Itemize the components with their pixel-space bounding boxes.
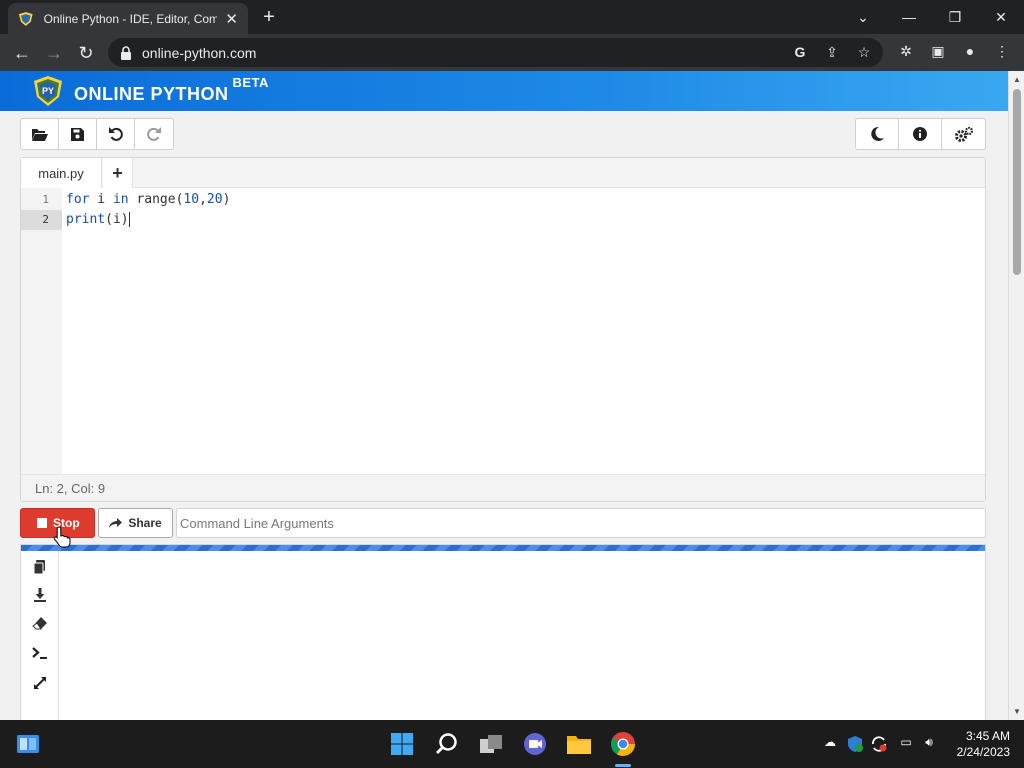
widgets-icon[interactable] [14,730,42,758]
system-clock[interactable]: 3:45 AM 2/24/2023 [957,728,1010,760]
logo-text: PY [42,86,54,96]
extensions-icon[interactable]: ✲ [896,43,916,60]
line-number: 1 [42,193,49,206]
expand-icon[interactable] [32,675,48,691]
tab-search-icon[interactable]: ⌄ [840,4,886,30]
logo-icon[interactable]: PY [32,75,64,107]
cursor-position-status: Ln: 2, Col: 9 [21,474,985,501]
share-label: Share [128,516,162,530]
scroll-down-icon[interactable]: ▼ [1013,707,1021,716]
scrollbar-thumb[interactable] [1013,89,1021,275]
brand-name: ONLINE PYTHON [74,84,229,104]
file-explorer-icon[interactable] [565,730,593,758]
page-scrollbar[interactable]: ▲ ▼ [1008,71,1024,720]
network-icon[interactable]: ▭ [897,735,915,753]
url-text: online-python.com [142,44,257,61]
share-button[interactable]: Share [98,508,173,538]
share-arrow-icon [109,517,123,528]
save-button[interactable] [59,119,97,149]
menu-icon[interactable]: ⋮ [992,43,1012,60]
windows-taskbar: ☁ ▭ 🔊︎ 3:45 AM 2/24/2023 [0,720,1024,768]
eraser-icon[interactable] [32,615,48,631]
profile-icon[interactable]: ● [960,43,980,59]
open-folder-button[interactable] [21,119,59,149]
settings-button[interactable] [942,119,985,149]
clock-time: 3:45 AM [965,729,1010,743]
line-number-gutter: 1 2 [21,188,62,474]
terminal-icon[interactable] [32,645,48,661]
file-toolbar [20,118,174,150]
browser-titlebar: Online Python - IDE, Editor, Compiler ✕ … [0,0,1024,34]
file-tab-main[interactable]: main.py [21,158,102,188]
chrome-icon[interactable] [609,730,637,758]
new-tab-button[interactable]: + [258,6,280,29]
code-editor: main.py + 1 2 for i in range(10,20) prin… [20,157,986,502]
scroll-up-icon[interactable]: ▲ [1013,75,1021,84]
beta-badge: BETA [232,75,269,90]
redo-icon [147,127,161,141]
stop-icon [37,518,47,528]
redo-button[interactable] [135,119,173,149]
forward-icon[interactable]: → [43,42,65,64]
folder-open-icon [31,128,48,141]
teams-chat-icon[interactable] [521,730,549,758]
defender-icon[interactable] [846,735,864,753]
line-number-active: 2 [21,210,62,230]
dark-mode-button[interactable] [856,119,899,149]
start-windows-icon[interactable] [388,730,416,758]
active-app-indicator [615,764,631,767]
back-icon[interactable]: ← [11,42,33,64]
code-line-1: for i in range(10,20) [66,192,231,207]
download-icon[interactable] [32,587,48,603]
output-console [20,544,986,720]
google-lens-icon[interactable]: G [791,44,809,61]
code-text-area[interactable]: for i in range(10,20) print(i) [62,188,985,474]
save-icon [71,127,84,141]
progress-bar [21,545,985,551]
bookmark-star-icon[interactable]: ☆ [855,44,873,61]
reload-icon[interactable]: ↻ [75,42,97,64]
minimize-icon[interactable]: — [886,4,932,30]
browser-toolbar: ← → ↻ online-python.com G ⇪ ☆ ✲ ▣ ● ⋮ [0,34,1024,71]
restore-icon[interactable]: ❐ [932,4,978,30]
volume-icon[interactable]: 🔊︎ [920,735,938,753]
tab-title: Online Python - IDE, Editor, Compiler [43,11,218,26]
code-line-2: print(i) [66,212,130,227]
copy-icon[interactable] [32,559,48,575]
site-header: PY ONLINE PYTHONBETA [0,71,1008,111]
add-file-button[interactable]: + [103,158,133,188]
editor-tab-bar: main.py + [21,158,985,188]
site-favicon-icon [18,11,33,26]
site-brand[interactable]: ONLINE PYTHONBETA [74,75,269,105]
close-window-icon[interactable]: ✕ [978,4,1024,30]
onedrive-offline-icon[interactable]: ☁ [821,735,839,753]
sync-icon[interactable] [870,735,888,753]
search-icon[interactable] [433,730,461,758]
run-bar: Stop Share [20,508,986,538]
info-button[interactable] [899,119,942,149]
lock-icon [121,45,131,60]
address-bar[interactable]: online-python.com G ⇪ ☆ [108,38,883,67]
mouse-pointer-icon [53,526,71,548]
clock-date: 2/24/2023 [956,745,1010,759]
console-side-toolbar [21,551,59,720]
undo-button[interactable] [97,119,135,149]
text-cursor [128,212,130,227]
command-line-args-input[interactable] [176,508,986,538]
moon-icon [871,126,884,141]
share-page-icon[interactable]: ⇪ [823,44,841,61]
gears-icon [954,126,973,142]
page-viewport: PY ONLINE PYTHONBETA main.py + 1 2 for i… [0,71,1008,720]
undo-icon [108,127,123,141]
settings-toolbar [855,118,986,150]
tab-close-icon[interactable]: ✕ [225,10,238,28]
browser-tab[interactable]: Online Python - IDE, Editor, Compiler ✕ [8,3,248,34]
info-icon [913,127,927,141]
side-panel-icon[interactable]: ▣ [928,43,948,60]
task-view-icon[interactable] [477,730,505,758]
